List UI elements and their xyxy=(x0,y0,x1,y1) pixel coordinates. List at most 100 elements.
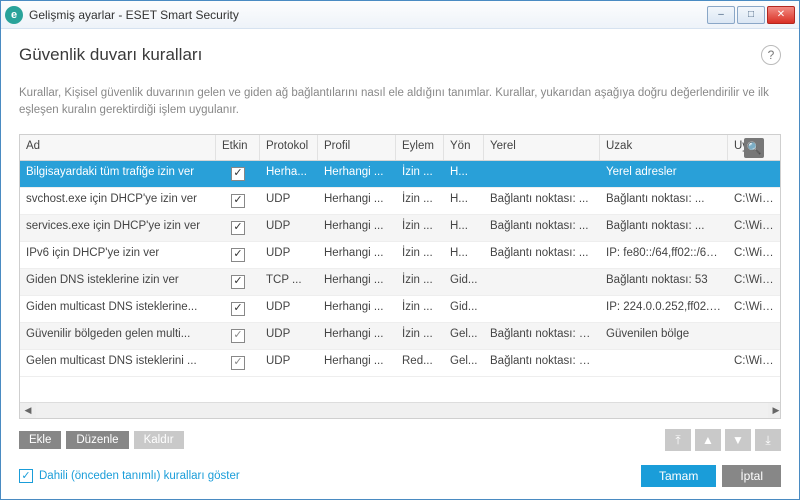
col-action[interactable]: Eylem xyxy=(396,135,444,160)
cell-action: İzin ... xyxy=(396,161,444,187)
checkbox-icon: ✓ xyxy=(19,469,33,483)
table-row[interactable]: Giden multicast DNS isteklerine...✓UDPHe… xyxy=(20,296,781,323)
table-row[interactable]: Gelen multicast DNS isteklerini ...✓UDPH… xyxy=(20,350,781,377)
scroll-right-icon[interactable]: ▶ xyxy=(768,403,781,419)
cell-app: C:\Windo xyxy=(728,215,781,241)
table-row[interactable]: svchost.exe için DHCP'ye izin ver✓UDPHer… xyxy=(20,188,781,215)
cell-action: İzin ... xyxy=(396,215,444,241)
cell-remote: Yerel adresler xyxy=(600,161,728,187)
minimize-button[interactable]: – xyxy=(707,6,735,24)
cell-proto: UDP xyxy=(260,215,318,241)
move-up-button[interactable]: ▲ xyxy=(695,429,721,451)
help-icon[interactable]: ? xyxy=(761,45,781,65)
cell-name: IPv6 için DHCP'ye izin ver xyxy=(20,242,216,268)
enabled-checkbox-icon: ✓ xyxy=(231,275,245,289)
cell-proto: TCP ... xyxy=(260,269,318,295)
enabled-checkbox-icon: ✓ xyxy=(231,248,245,262)
cell-enabled[interactable]: ✓ xyxy=(216,323,260,349)
cell-profile: Herhangi ... xyxy=(318,323,396,349)
cell-app xyxy=(728,161,781,187)
horizontal-scrollbar[interactable]: ◀ ▶ xyxy=(20,402,781,418)
cell-enabled[interactable]: ✓ xyxy=(216,161,260,187)
window: e Gelişmiş ayarlar - ESET Smart Security… xyxy=(0,0,800,500)
cell-proto: Herha... xyxy=(260,161,318,187)
cell-action: İzin ... xyxy=(396,242,444,268)
cell-dir: Gel... xyxy=(444,350,484,376)
cell-name: Gelen multicast DNS isteklerini ... xyxy=(20,350,216,376)
table-row[interactable]: Giden DNS isteklerine izin ver ✓ TCP ...He… xyxy=(20,269,781,296)
close-button[interactable]: ✕ xyxy=(767,6,795,24)
cell-dir: Gid... xyxy=(444,296,484,322)
cell-app xyxy=(728,323,781,349)
edit-buttons-row: Ekle Düzenle Kaldır ⤒ ▲ ▼ ⤓ xyxy=(19,429,781,451)
cell-remote: IP: fe80::/64,ff02::/64 Bağlantı nokta..… xyxy=(600,242,728,268)
cell-remote: IP: 224.0.0.252,ff02... Bağlantı noktası… xyxy=(600,296,728,322)
cell-local xyxy=(484,269,600,295)
titlebar[interactable]: e Gelişmiş ayarlar - ESET Smart Security… xyxy=(1,1,799,29)
cell-local: Bağlantı noktası: ... xyxy=(484,242,600,268)
col-protocol[interactable]: Protokol xyxy=(260,135,318,160)
edit-button[interactable]: Düzenle xyxy=(66,431,128,449)
cell-profile: Herhangi ... xyxy=(318,269,396,295)
cell-proto: UDP xyxy=(260,188,318,214)
cancel-button[interactable]: İptal xyxy=(722,465,781,487)
add-button[interactable]: Ekle xyxy=(19,431,61,449)
col-profile[interactable]: Profil xyxy=(318,135,396,160)
maximize-button[interactable]: □ xyxy=(737,6,765,24)
cell-name: Güvenilir bölgeden gelen multi... xyxy=(20,323,216,349)
table-header: Ad Etkin Protokol Profil Eylem Yön Yerel… xyxy=(20,135,781,161)
cell-app: C:\Windo xyxy=(728,242,781,268)
col-name[interactable]: Ad xyxy=(20,135,216,160)
col-local[interactable]: Yerel xyxy=(484,135,600,160)
cell-name: Giden DNS isteklerine izin ver xyxy=(20,269,216,295)
window-title: Gelişmiş ayarlar - ESET Smart Security xyxy=(29,8,705,22)
cell-enabled[interactable]: ✓ xyxy=(216,269,260,295)
cell-local: Bağlantı noktası: 5... xyxy=(484,350,600,376)
table-row[interactable]: Güvenilir bölgeden gelen multi...✓UDPHer… xyxy=(20,323,781,350)
table-row[interactable]: services.exe için DHCP'ye izin ver ✓ UDPHe… xyxy=(20,215,781,242)
cell-dir: H... xyxy=(444,161,484,187)
col-enabled[interactable]: Etkin xyxy=(216,135,260,160)
cell-remote: Bağlantı noktası: ... xyxy=(600,215,728,241)
show-builtin-checkbox[interactable]: ✓ Dahili (önceden tanımlı) kuralları gös… xyxy=(19,469,240,483)
cell-name: services.exe için DHCP'ye izin ver xyxy=(20,215,216,241)
move-top-button[interactable]: ⤒ xyxy=(665,429,691,451)
ok-button[interactable]: Tamam xyxy=(641,465,716,487)
cell-dir: Gid... xyxy=(444,269,484,295)
cell-action: İzin ... xyxy=(396,269,444,295)
cell-enabled[interactable]: ✓ xyxy=(216,350,260,376)
cell-local xyxy=(484,296,600,322)
cell-proto: UDP xyxy=(260,350,318,376)
cell-dir: Gel... xyxy=(444,323,484,349)
table-row[interactable]: Bilgisayardaki tüm trafiğe izin ver✓Herh… xyxy=(20,161,781,188)
cell-local xyxy=(484,161,600,187)
remove-button[interactable]: Kaldır xyxy=(134,431,184,449)
cell-remote: Bağlantı noktası: ... xyxy=(600,188,728,214)
cell-dir: H... xyxy=(444,242,484,268)
cell-enabled[interactable]: ✓ xyxy=(216,296,260,322)
col-direction[interactable]: Yön xyxy=(444,135,484,160)
cell-proto: UDP xyxy=(260,323,318,349)
cell-app: C:\Windo xyxy=(728,188,781,214)
cell-profile: Herhangi ... xyxy=(318,215,396,241)
app-logo-icon: e xyxy=(5,6,23,24)
move-bottom-button[interactable]: ⤓ xyxy=(755,429,781,451)
move-down-button[interactable]: ▼ xyxy=(725,429,751,451)
cell-action: İzin ... xyxy=(396,296,444,322)
cell-remote: Bağlantı noktası: 53 xyxy=(600,269,728,295)
cell-profile: Herhangi ... xyxy=(318,296,396,322)
cell-profile: Herhangi ... xyxy=(318,350,396,376)
cell-name: svchost.exe için DHCP'ye izin ver xyxy=(20,188,216,214)
cell-app: C:\Windo xyxy=(728,350,781,376)
search-icon[interactable]: 🔍 xyxy=(744,138,764,158)
col-remote[interactable]: Uzak xyxy=(600,135,728,160)
cell-enabled[interactable]: ✓ xyxy=(216,242,260,268)
enabled-checkbox-icon: ✓ xyxy=(231,167,245,181)
cell-profile: Herhangi ... xyxy=(318,161,396,187)
cell-enabled[interactable]: ✓ xyxy=(216,188,260,214)
enabled-checkbox-icon: ✓ xyxy=(231,302,245,316)
cell-enabled[interactable]: ✓ xyxy=(216,215,260,241)
enabled-checkbox-icon: ✓ xyxy=(231,221,245,235)
table-row[interactable]: IPv6 için DHCP'ye izin ver✓UDPHerhangi .… xyxy=(20,242,781,269)
scroll-left-icon[interactable]: ◀ xyxy=(20,403,36,419)
